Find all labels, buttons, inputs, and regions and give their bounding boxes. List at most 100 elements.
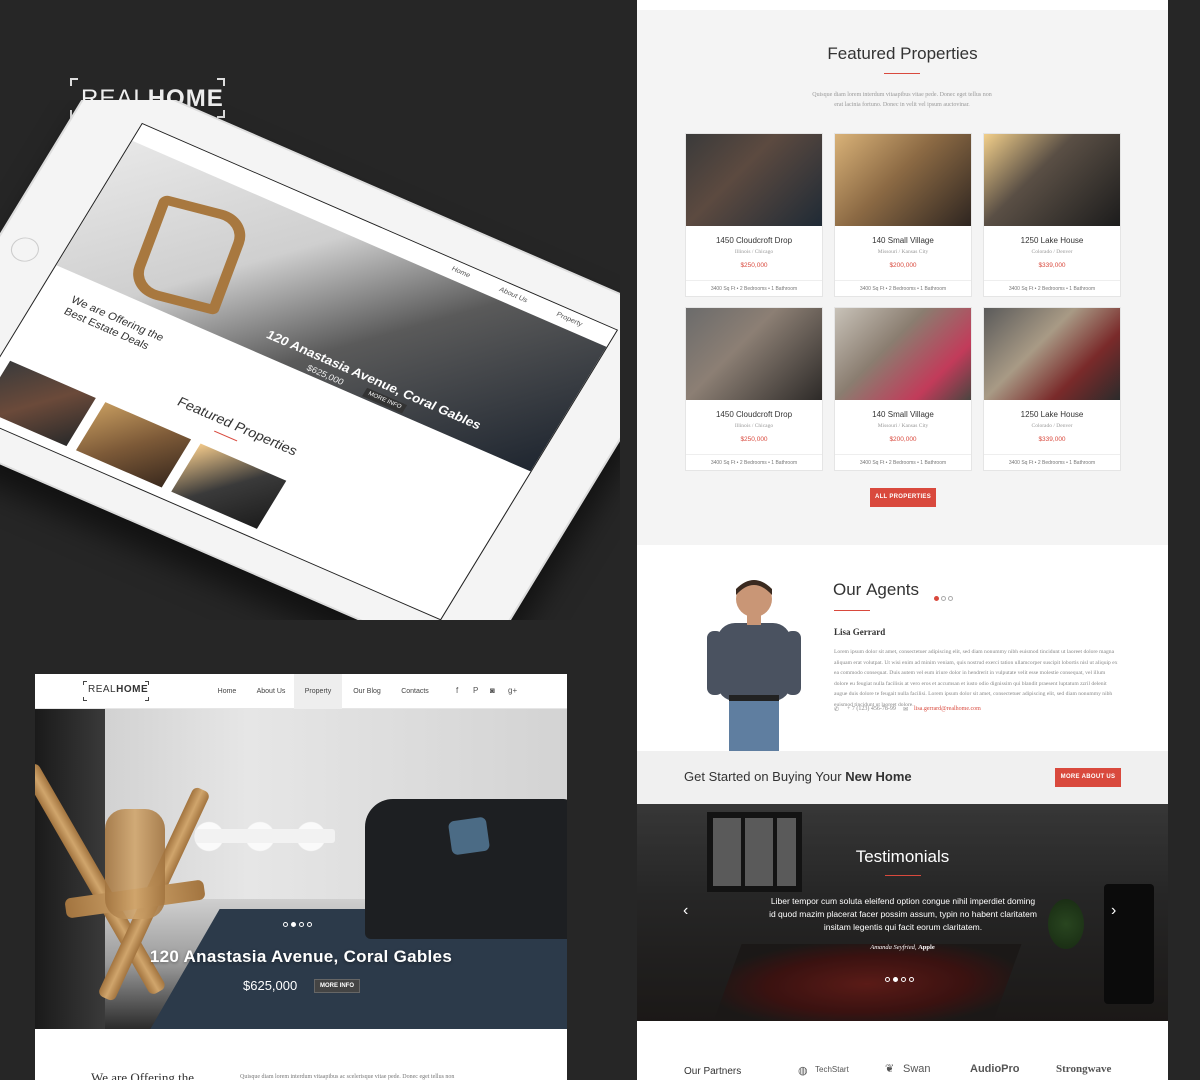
tablet-featured-bold: Properties xyxy=(231,418,301,459)
agent-email[interactable]: lisa.gerrard@realhome.com xyxy=(914,706,981,712)
partner-audiopro[interactable]: AudioPro xyxy=(970,1063,1020,1075)
tablet-mockup: Home About Us Property 120 Anastasia Ave… xyxy=(0,100,620,620)
agents-title-bold: Agents xyxy=(866,580,920,599)
property-image[interactable] xyxy=(686,308,822,400)
property-location: Colorado / Denver xyxy=(1031,423,1073,429)
nav-our-blog[interactable]: Our Blog xyxy=(349,674,385,709)
partner-strongwave[interactable]: Strongwave xyxy=(1056,1063,1111,1075)
all-properties-button[interactable]: ALL PROPERTIES xyxy=(870,488,936,507)
property-name[interactable]: 1450 Cloudcroft Drop xyxy=(686,236,822,245)
property-meta: 3400 Sq Ft • 2 Bedrooms • 1 Bathroom xyxy=(984,454,1120,472)
tablet-hero-title: 120 Anastasia Avenue, Coral Gables xyxy=(263,327,485,433)
tablet-featured-light: Featured xyxy=(174,393,237,431)
featured-description: Quisque diam lorem interdum vitaapibus v… xyxy=(787,90,1017,110)
property-price: $200,000 xyxy=(889,436,917,443)
phone-icon: ✆ xyxy=(834,707,840,713)
property-price: $250,000 xyxy=(740,436,768,443)
nav-about-us[interactable]: About Us xyxy=(253,674,289,709)
agent-dot-active[interactable] xyxy=(934,596,939,601)
featured-title: Featured Properties xyxy=(637,44,1168,64)
property-image[interactable] xyxy=(984,308,1120,400)
chevron-right-icon[interactable]: › xyxy=(1111,902,1116,920)
agent-dot[interactable] xyxy=(948,596,953,601)
chevron-left-icon[interactable]: ‹ xyxy=(683,902,688,920)
property-name[interactable]: 1250 Lake House xyxy=(984,410,1120,419)
desktop-page-mockup: REALHOME Home About Us Property Our Blog… xyxy=(35,674,567,1080)
slider-dot[interactable] xyxy=(307,922,312,927)
intro-text: Quisque diam lorem interdum vitaapibus a… xyxy=(240,1074,455,1080)
tablet-property-thumb xyxy=(0,360,96,447)
email-icon: ✉ xyxy=(903,707,909,713)
property-image[interactable] xyxy=(835,308,971,400)
slider-dot-active[interactable] xyxy=(291,922,296,927)
agents-title-light: Our xyxy=(833,580,862,599)
agents-title: Our Agents xyxy=(833,580,919,600)
techstart-logo-icon: ◍ xyxy=(798,1065,808,1077)
testimonial-dot[interactable] xyxy=(901,977,906,982)
cta-text: Get Started on Buying Your New Home xyxy=(684,769,912,784)
agent-dot[interactable] xyxy=(941,596,946,601)
featured-description-line1: Quisque diam lorem interdum vitaapibus v… xyxy=(812,92,992,98)
agents-slider-dots xyxy=(934,588,955,606)
nav-home[interactable]: Home xyxy=(211,674,243,709)
property-card[interactable]: 140 Small Village Missouri / Kansas City $… xyxy=(834,133,972,297)
testimonial-dot-active[interactable] xyxy=(893,977,898,982)
slider-dot[interactable] xyxy=(283,922,288,927)
featured-title-light: Featured xyxy=(827,44,896,63)
property-name[interactable]: 140 Small Village xyxy=(835,410,971,419)
facebook-icon[interactable]: f xyxy=(456,686,458,695)
partners-label: Our Partners xyxy=(684,1066,742,1077)
property-meta: 3400 Sq Ft • 2 Bedrooms • 1 Bathroom xyxy=(686,280,822,298)
hero-slider-dots xyxy=(283,914,315,932)
hero-pillow xyxy=(447,816,491,856)
hero-wooden-chair xyxy=(35,749,225,1009)
site-logo[interactable]: REALHOME xyxy=(83,681,149,701)
property-card[interactable]: 1450 Cloudcroft Drop Illinois / Chicago $2… xyxy=(685,133,823,297)
property-name[interactable]: 140 Small Village xyxy=(835,236,971,245)
tablet-chair-illustration xyxy=(124,194,254,316)
slider-dot[interactable] xyxy=(299,922,304,927)
property-card[interactable]: 1250 Lake House Colorado / Denver $339,000… xyxy=(983,133,1121,297)
property-name[interactable]: 1450 Cloudcroft Drop xyxy=(686,410,822,419)
partners-section: Our Partners ◍ TechStart ❦ Swan AudioPro… xyxy=(637,1021,1168,1080)
pinterest-icon[interactable]: P xyxy=(473,686,478,695)
testimonials-section: Testimonials ‹ › Liber tempor cum soluta… xyxy=(637,804,1168,1021)
property-image[interactable] xyxy=(835,134,971,226)
property-meta: 3400 Sq Ft • 2 Bedrooms • 1 Bathroom xyxy=(984,280,1120,298)
testimonial-dot[interactable] xyxy=(885,977,890,982)
hero-price: $625,000 xyxy=(243,978,298,993)
testimonials-title: Testimonials xyxy=(855,847,950,866)
tablet-screen: Home About Us Property 120 Anastasia Ave… xyxy=(0,122,619,620)
tablet-nav-home: Home xyxy=(450,265,472,280)
get-started-banner: Get Started on Buying Your New Home MORE… xyxy=(637,751,1168,804)
property-card[interactable]: 1450 Cloudcroft Drop Illinois / Chicago $2… xyxy=(685,307,823,471)
google-plus-icon[interactable]: g+ xyxy=(508,686,517,695)
property-meta: 3400 Sq Ft • 2 Bedrooms • 1 Bathroom xyxy=(835,280,971,298)
partner-swan[interactable]: Swan xyxy=(903,1063,931,1075)
property-price: $339,000 xyxy=(1038,436,1066,443)
partner-techstart[interactable]: TechStart xyxy=(815,1065,849,1074)
testimonial-dot[interactable] xyxy=(909,977,914,982)
property-card[interactable]: 140 Small Village Missouri / Kansas City $… xyxy=(834,307,972,471)
property-image[interactable] xyxy=(984,134,1120,226)
tablet-device: Home About Us Property 120 Anastasia Ave… xyxy=(0,100,620,620)
testimonials-underline xyxy=(885,875,921,876)
more-about-us-button[interactable]: MORE ABOUT US xyxy=(1055,768,1121,787)
property-name[interactable]: 1250 Lake House xyxy=(984,236,1120,245)
featured-description-line2: erat lacinia fortuno. Donec in velit vel… xyxy=(834,102,970,108)
testimonial-author-name: Amanda Seyfried, xyxy=(870,944,917,951)
nav-property[interactable]: Property xyxy=(294,674,342,709)
property-meta: 3400 Sq Ft • 2 Bedrooms • 1 Bathroom xyxy=(835,454,971,472)
instagram-icon[interactable]: ◙ xyxy=(490,686,495,695)
tablet-property-thumb xyxy=(171,443,287,529)
agents-underline xyxy=(834,610,870,611)
property-location: Colorado / Denver xyxy=(1031,249,1073,255)
property-price: $200,000 xyxy=(889,262,917,269)
cta-text-bold: New Home xyxy=(845,769,912,784)
property-card[interactable]: 1250 Lake House Colorado / Denver $339,000… xyxy=(983,307,1121,471)
site-logo-bold: HOME xyxy=(116,684,149,695)
property-image[interactable] xyxy=(686,134,822,226)
site-logo-light: REAL xyxy=(88,684,117,695)
nav-contacts[interactable]: Contacts xyxy=(396,674,434,709)
more-info-button[interactable]: MORE INFO xyxy=(314,979,360,993)
